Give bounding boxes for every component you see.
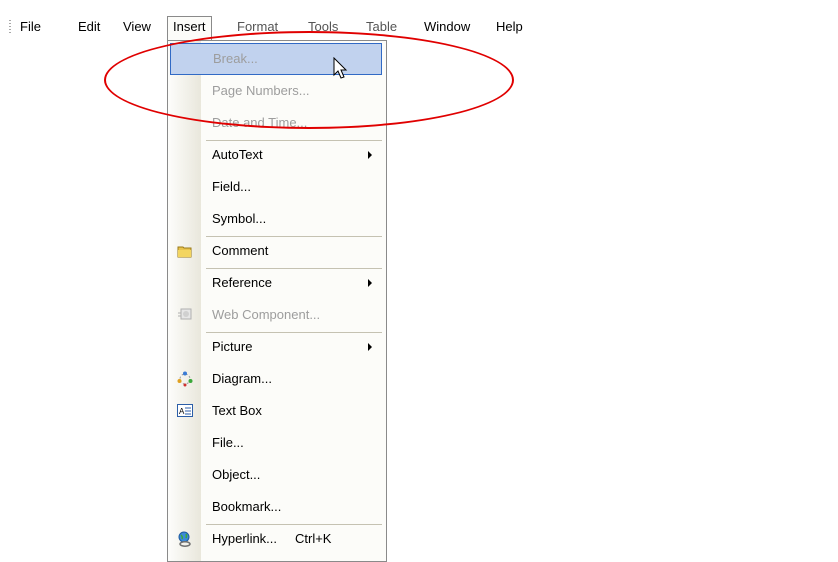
menu-window[interactable]: Window <box>424 19 470 35</box>
menu-item-page-numbers[interactable]: Page Numbers... <box>169 75 384 107</box>
menu-item-text-box[interactable]: A Text Box <box>169 395 384 427</box>
menu-item-hyperlink[interactable]: Hyperlink... Ctrl+K <box>169 523 384 555</box>
insert-menu-dropdown: Break... Page Numbers... Date and Time..… <box>167 40 387 562</box>
menu-item-break[interactable]: Break... <box>170 43 382 75</box>
svg-text:A: A <box>179 407 185 416</box>
menu-help[interactable]: Help <box>496 19 523 35</box>
menu-item-bookmark[interactable]: Bookmark... <box>169 491 384 523</box>
submenu-arrow-icon <box>368 343 372 351</box>
comment-folder-icon <box>177 246 192 258</box>
menu-bar: File Edit View Insert Format Tools Table… <box>0 14 560 45</box>
menu-item-object[interactable]: Object... <box>169 459 384 491</box>
menu-item-file[interactable]: File... <box>169 427 384 459</box>
text-box-icon: A <box>177 404 193 417</box>
menu-item-reference[interactable]: Reference <box>169 267 384 299</box>
menu-item-date-and-time[interactable]: Date and Time... <box>169 107 384 139</box>
toolbar-grip[interactable] <box>9 20 11 34</box>
shortcut-hint: Ctrl+K <box>295 531 332 546</box>
hyperlink-globe-icon <box>178 531 191 547</box>
menu-item-symbol[interactable]: Symbol... <box>169 203 384 235</box>
web-component-icon <box>178 308 192 320</box>
menu-table[interactable]: Table <box>366 19 397 35</box>
submenu-arrow-icon <box>368 279 372 287</box>
menu-view[interactable]: View <box>123 19 151 35</box>
menu-file[interactable]: File <box>20 19 41 35</box>
menu-item-diagram[interactable]: Diagram... <box>169 363 384 395</box>
menu-edit[interactable]: Edit <box>78 19 100 35</box>
submenu-arrow-icon <box>368 151 372 159</box>
menu-item-web-component[interactable]: Web Component... <box>169 299 384 331</box>
menu-format[interactable]: Format <box>237 19 278 35</box>
menu-tools[interactable]: Tools <box>308 19 338 35</box>
diagram-icon <box>177 371 193 387</box>
menu-item-autotext[interactable]: AutoText <box>169 139 384 171</box>
menu-item-comment[interactable]: Comment <box>169 235 384 267</box>
menu-item-field[interactable]: Field... <box>169 171 384 203</box>
menu-item-picture[interactable]: Picture <box>169 331 384 363</box>
